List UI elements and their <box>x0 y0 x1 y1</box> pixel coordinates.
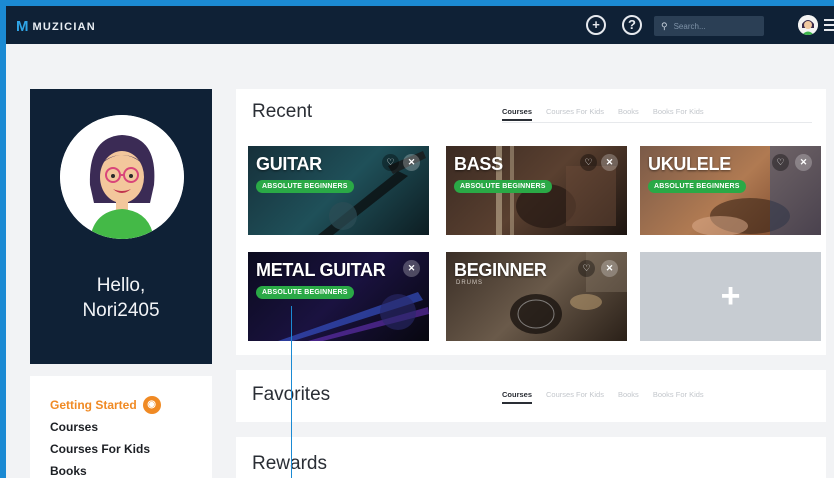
logo-mark: M <box>16 18 29 35</box>
callout-line <box>291 306 292 478</box>
recent-tabs: Courses Courses For Kids Books Books For… <box>502 107 704 121</box>
close-icon[interactable]: ✕ <box>795 154 812 171</box>
profile-greeting: Hello, Nori2405 <box>30 273 212 323</box>
tab-courses-for-kids[interactable]: Courses For Kids <box>546 107 604 121</box>
card-badge: ABSOLUTE BEGINNERS <box>454 180 552 193</box>
tab-books-for-kids[interactable]: Books For Kids <box>653 107 704 121</box>
sidebar-item-label: Getting Started <box>50 398 137 412</box>
favorites-tabs: Courses Courses For Kids Books Books For… <box>502 390 704 404</box>
card-title: BEGINNER <box>454 260 547 280</box>
user-avatar[interactable] <box>798 15 818 35</box>
tab-courses-for-kids[interactable]: Courses For Kids <box>546 390 604 404</box>
favorites-panel: Favorites Courses Courses For Kids Books… <box>236 370 826 422</box>
tab-courses[interactable]: Courses <box>502 107 533 121</box>
card-badge: ABSOLUTE BEGINNERS <box>256 180 354 193</box>
card-title: UKULELE <box>648 154 731 174</box>
sidebar-item-getting-started[interactable]: Getting Started ◉ <box>50 394 212 416</box>
search-box[interactable]: ⚲ <box>654 16 764 36</box>
card-title: GUITAR <box>256 154 322 174</box>
heart-icon[interactable]: ♡ <box>578 260 595 277</box>
card-title: METAL GUITAR <box>256 260 386 280</box>
course-card[interactable]: GUITAR ABSOLUTE BEGINNERS ♡ ✕ <box>248 146 429 235</box>
add-icon[interactable]: + <box>586 15 606 35</box>
greeting-text: Hello, <box>96 275 146 296</box>
close-icon[interactable]: ✕ <box>601 154 618 171</box>
recent-panel: Recent Courses Courses For Kids Books Bo… <box>236 89 826 355</box>
card-title: BASS <box>454 154 503 174</box>
heart-icon[interactable]: ♡ <box>580 154 597 171</box>
help-icon[interactable]: ? <box>622 15 642 35</box>
rewards-title: Rewards <box>252 453 327 474</box>
add-course-button[interactable]: + <box>640 252 821 341</box>
sidebar-item-books[interactable]: Books <box>50 460 212 478</box>
search-icon: ⚲ <box>661 20 668 31</box>
course-card[interactable]: BASS ABSOLUTE BEGINNERS ♡ ✕ <box>446 146 627 235</box>
course-card[interactable]: METAL GUITAR ABSOLUTE BEGINNERS ✕ <box>248 252 429 341</box>
card-badge: ABSOLUTE BEGINNERS <box>256 286 354 299</box>
close-icon[interactable]: ✕ <box>403 154 420 171</box>
menu-icon[interactable] <box>824 17 834 33</box>
tabs-divider <box>502 122 812 123</box>
heart-icon[interactable]: ♡ <box>772 154 789 171</box>
tab-books[interactable]: Books <box>618 390 639 404</box>
sidebar-item-courses-for-kids[interactable]: Courses For Kids <box>50 438 212 460</box>
tab-books[interactable]: Books <box>618 107 639 121</box>
card-subtitle: DRUMS <box>456 280 483 286</box>
card-badge: ABSOLUTE BEGINNERS <box>648 180 746 193</box>
chat-icon: ◉ <box>142 396 161 414</box>
close-icon[interactable]: ✕ <box>601 260 618 277</box>
app-window: M MUZICIAN + ? ⚲ Search... Hello, Nori24… <box>6 6 834 478</box>
sidebar-menu: Getting Started ◉ Courses Courses For Ki… <box>30 376 212 478</box>
profile-avatar <box>60 115 184 239</box>
logo[interactable]: M MUZICIAN <box>16 18 96 35</box>
tab-courses[interactable]: Courses <box>502 390 533 404</box>
rewards-panel: Rewards <box>236 437 826 478</box>
username: Nori2405 <box>82 300 160 321</box>
close-icon[interactable]: ✕ <box>403 260 420 277</box>
heart-icon[interactable]: ♡ <box>382 154 399 171</box>
sidebar-item-courses[interactable]: Courses <box>50 416 212 438</box>
logo-text: MUZICIAN <box>32 20 96 33</box>
profile-card: Hello, Nori2405 <box>30 89 212 364</box>
course-card[interactable]: BEGINNER DRUMS ♡ ✕ <box>446 252 627 341</box>
top-bar: M MUZICIAN + ? ⚲ <box>6 6 834 44</box>
course-card[interactable]: UKULELE ABSOLUTE BEGINNERS ♡ ✕ <box>640 146 821 235</box>
recent-title: Recent <box>252 101 313 122</box>
tab-books-for-kids[interactable]: Books For Kids <box>653 390 704 404</box>
search-input[interactable] <box>673 21 754 31</box>
